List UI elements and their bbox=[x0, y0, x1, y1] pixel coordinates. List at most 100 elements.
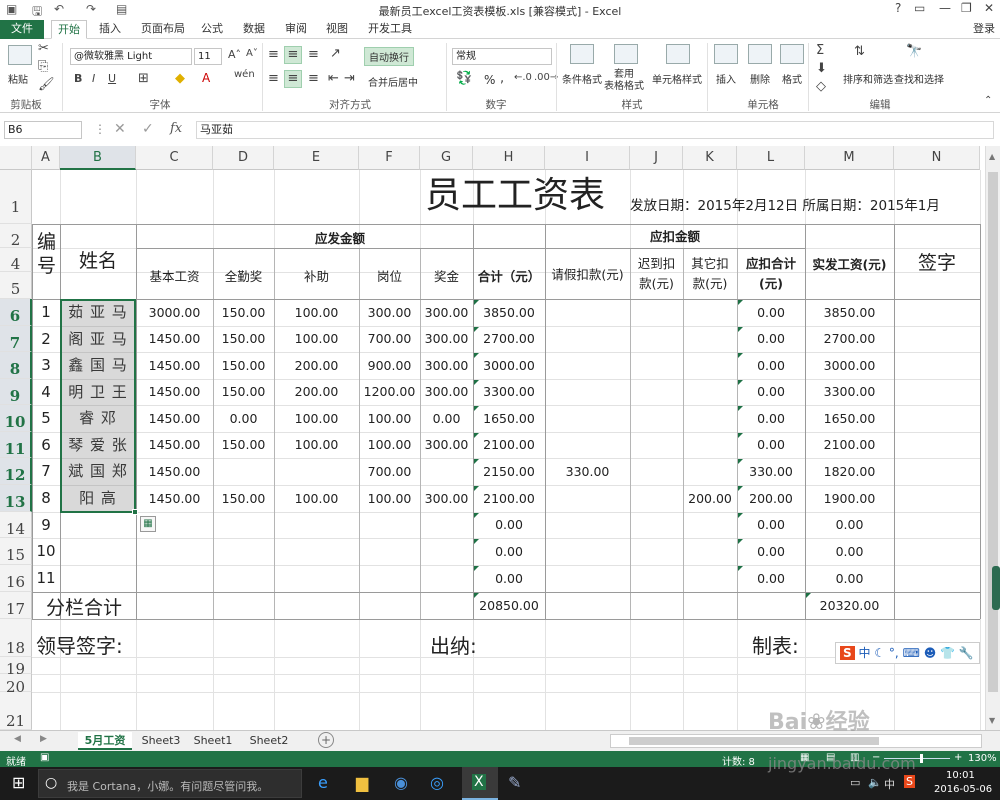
attendance-bonus-cell[interactable]: 150.00 bbox=[213, 485, 274, 512]
browser-icon[interactable]: ◉ bbox=[394, 773, 408, 792]
leave-deduction-cell[interactable] bbox=[545, 512, 630, 538]
row-header-12[interactable]: 12 bbox=[0, 458, 32, 485]
deduction-total-cell[interactable]: 330.00 bbox=[737, 458, 805, 485]
minimize-button[interactable]: — bbox=[939, 1, 951, 15]
other-deduction-cell[interactable] bbox=[683, 432, 737, 458]
deduction-total-cell[interactable]: 200.00 bbox=[737, 485, 805, 512]
employee-name-cell[interactable] bbox=[60, 538, 136, 565]
currency-icon[interactable]: 💱 bbox=[456, 71, 472, 86]
leave-deduction-cell[interactable] bbox=[545, 379, 630, 405]
net-salary-cell[interactable]: 0.00 bbox=[805, 538, 894, 565]
sheet-tab-sheet2[interactable]: Sheet2 bbox=[244, 732, 294, 750]
ime-user-icon[interactable]: ☻ bbox=[924, 646, 937, 660]
subtotal-total[interactable]: 20850.00 bbox=[473, 598, 545, 613]
row-number-cell[interactable]: 11 bbox=[32, 565, 60, 592]
copy-icon[interactable]: ⎘ bbox=[38, 59, 48, 74]
bonus-cell[interactable]: 300.00 bbox=[420, 432, 473, 458]
grow-font-icon[interactable]: A˄ bbox=[228, 48, 241, 61]
basic-salary-cell[interactable] bbox=[136, 538, 213, 565]
bonus-cell[interactable] bbox=[420, 458, 473, 485]
border-icon[interactable]: ⊞ bbox=[138, 71, 149, 86]
next-sheet-icon[interactable]: ▶ bbox=[40, 734, 47, 744]
excel-taskbar-button[interactable]: X bbox=[462, 767, 498, 800]
row-header-15[interactable]: 15 bbox=[0, 538, 32, 565]
side-widget-icon[interactable] bbox=[992, 566, 1000, 610]
net-salary-cell[interactable]: 0.00 bbox=[805, 512, 894, 538]
header-deduction[interactable]: 应扣金额 bbox=[545, 226, 805, 245]
row-number-cell[interactable]: 1 bbox=[32, 299, 60, 326]
late-deduction-cell[interactable] bbox=[630, 379, 683, 405]
attendance-bonus-cell[interactable]: 150.00 bbox=[213, 299, 274, 326]
other-deduction-cell[interactable] bbox=[683, 299, 737, 326]
basic-salary-cell[interactable]: 1450.00 bbox=[136, 485, 213, 512]
column-header-l[interactable]: L bbox=[737, 146, 805, 170]
row-header-16[interactable]: 16 bbox=[0, 565, 32, 592]
bonus-cell[interactable]: 300.00 bbox=[420, 326, 473, 352]
enter-icon[interactable]: ✓ bbox=[142, 121, 154, 137]
leader-signature-label[interactable]: 领导签字: bbox=[36, 630, 123, 659]
header-leave-deduction[interactable]: 请假扣款(元) bbox=[545, 264, 630, 283]
column-header-i[interactable]: I bbox=[545, 146, 630, 170]
other-deduction-cell[interactable] bbox=[683, 352, 737, 379]
insert-cells-button[interactable]: 插入 bbox=[716, 71, 736, 86]
attendance-bonus-cell[interactable]: 150.00 bbox=[213, 326, 274, 352]
align-center-icon[interactable]: ≡ bbox=[284, 70, 302, 88]
subsidy-cell[interactable]: 100.00 bbox=[274, 326, 359, 352]
ime-moon-icon[interactable]: ☾ bbox=[874, 646, 885, 660]
basic-salary-cell[interactable]: 1450.00 bbox=[136, 379, 213, 405]
post-pay-cell[interactable]: 700.00 bbox=[359, 458, 420, 485]
employee-name-cell[interactable] bbox=[60, 565, 136, 592]
subsidy-cell[interactable]: 200.00 bbox=[274, 352, 359, 379]
font-color-icon[interactable]: A bbox=[202, 71, 210, 85]
cancel-icon[interactable]: ✕ bbox=[114, 121, 126, 137]
late-deduction-cell[interactable] bbox=[630, 565, 683, 592]
ime-keyboard-icon[interactable]: ⌨ bbox=[903, 646, 920, 660]
late-deduction-cell[interactable] bbox=[630, 432, 683, 458]
header-basic-salary[interactable]: 基本工资 bbox=[136, 266, 213, 285]
find-select-button[interactable]: 查找和选择 bbox=[894, 71, 944, 86]
formula-input[interactable]: 马亚茹 bbox=[196, 121, 994, 139]
bonus-cell[interactable]: 300.00 bbox=[420, 379, 473, 405]
column-header-h[interactable]: H bbox=[473, 146, 545, 170]
decrease-decimal-icon[interactable]: .00→ bbox=[534, 72, 558, 83]
late-deduction-cell[interactable] bbox=[630, 485, 683, 512]
basic-salary-cell[interactable]: 3000.00 bbox=[136, 299, 213, 326]
row-number-cell[interactable]: 3 bbox=[32, 352, 60, 379]
gross-total-cell[interactable]: 3000.00 bbox=[473, 352, 545, 379]
column-header-f[interactable]: F bbox=[359, 146, 420, 170]
header-bonus[interactable]: 奖金 bbox=[420, 266, 473, 285]
column-header-e[interactable]: E bbox=[274, 146, 359, 170]
ime-punct-icon[interactable]: °, bbox=[889, 646, 899, 660]
number-format-select[interactable]: 常规 bbox=[452, 48, 552, 65]
column-header-b[interactable]: B bbox=[60, 146, 136, 170]
late-deduction-cell[interactable] bbox=[630, 512, 683, 538]
other-deduction-cell[interactable] bbox=[683, 405, 737, 432]
row-header-10[interactable]: 10 bbox=[0, 405, 32, 432]
attendance-bonus-cell[interactable]: 150.00 bbox=[213, 432, 274, 458]
sheet-tab-sheet3[interactable]: Sheet3 bbox=[136, 732, 186, 750]
post-pay-cell[interactable]: 900.00 bbox=[359, 352, 420, 379]
column-header-g[interactable]: G bbox=[420, 146, 473, 170]
post-pay-cell[interactable]: 700.00 bbox=[359, 326, 420, 352]
leave-deduction-cell[interactable] bbox=[545, 299, 630, 326]
leave-deduction-cell[interactable] bbox=[545, 565, 630, 592]
header-number[interactable]: 编 号 bbox=[33, 230, 60, 278]
attendance-bonus-cell[interactable] bbox=[213, 538, 274, 565]
insert-cells-icon[interactable] bbox=[714, 44, 738, 64]
tab-view[interactable]: 视图 bbox=[319, 20, 355, 39]
header-post[interactable]: 岗位 bbox=[359, 266, 420, 285]
row-header-17[interactable]: 17 bbox=[0, 592, 32, 619]
bonus-cell[interactable]: 0.00 bbox=[420, 405, 473, 432]
gross-total-cell[interactable]: 3850.00 bbox=[473, 299, 545, 326]
row-number-cell[interactable]: 2 bbox=[32, 326, 60, 352]
deduction-total-cell[interactable]: 0.00 bbox=[737, 432, 805, 458]
network-icon[interactable]: ▭ bbox=[850, 776, 860, 789]
format-cells-icon[interactable] bbox=[780, 44, 804, 64]
merge-center-button[interactable]: 合并后居中 bbox=[364, 73, 422, 90]
attendance-bonus-cell[interactable]: 0.00 bbox=[213, 405, 274, 432]
align-bottom-icon[interactable]: ≡ bbox=[308, 47, 319, 62]
tab-data[interactable]: 数据 bbox=[236, 20, 272, 39]
other-deduction-cell[interactable] bbox=[683, 326, 737, 352]
subsidy-cell[interactable]: 200.00 bbox=[274, 379, 359, 405]
column-header-k[interactable]: K bbox=[683, 146, 737, 170]
